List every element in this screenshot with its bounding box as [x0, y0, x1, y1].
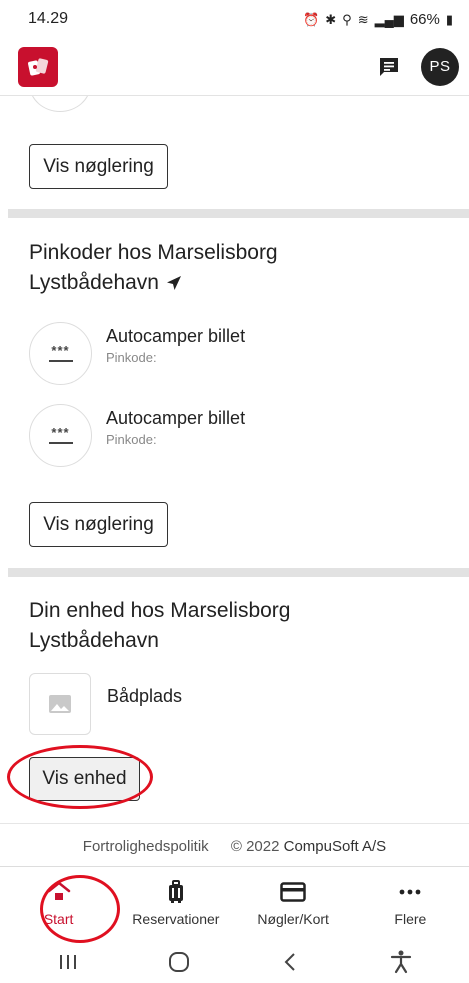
battery-icon: ▮ [445, 11, 453, 27]
home-circle-icon [168, 951, 189, 972]
more-icon [398, 879, 422, 905]
home-icon [46, 879, 72, 905]
pincode-item: *** Autocamper billet Pinkode: [29, 404, 449, 468]
pincode-item: *** Autocamper billet Pinkode: [29, 322, 449, 386]
footer-divider [0, 823, 469, 824]
system-nav-bar [0, 940, 469, 983]
privacy-link[interactable]: Fortrolighedspolitik [83, 838, 209, 855]
copyright: © 2022 [230, 838, 280, 855]
pincode-mask: *** [51, 342, 70, 358]
nav-more[interactable]: Flere [352, 867, 469, 940]
recent-apps-icon [59, 954, 76, 969]
bottom-nav: Start Reservationer Nøgler/Kort Flere [0, 866, 469, 943]
unit-image-placeholder [29, 673, 91, 735]
main-content[interactable]: Vis nøglering Pinkoder hos Marselisborg … [0, 96, 469, 866]
unit-title: Din enhed hos Marselisborg Lystbådehavn [29, 596, 290, 656]
unit-title-line1: Din enhed hos Marselisborg [29, 599, 291, 622]
alarm-icon: ⏰ [303, 11, 320, 27]
pincode-mask: *** [51, 424, 70, 440]
nav-start-label: Start [43, 911, 74, 927]
location-icon: ⚲ [342, 11, 352, 27]
accessibility-button[interactable] [371, 944, 431, 980]
nav-keys-cards-label: Nøgler/Kort [257, 911, 329, 927]
nav-start[interactable]: Start [0, 867, 120, 943]
company-name: CompuSoft A/S [283, 838, 387, 855]
nav-more-label: Flere [394, 911, 427, 927]
unit-name: Bådplads [107, 686, 183, 706]
pincode-name: Autocamper billet [106, 408, 246, 428]
nav-reservations[interactable]: Reservationer [117, 867, 234, 940]
battery-level: 66% [409, 10, 440, 28]
pincode-label: Pinkode: [106, 432, 157, 447]
luggage-icon [166, 879, 186, 905]
app-logo[interactable] [18, 46, 58, 87]
bluetooth-icon: ✱ [325, 11, 337, 27]
image-icon [49, 695, 71, 713]
pincodes-title-line2-row: Lystbådehavn [29, 268, 278, 298]
app-header: PS [0, 38, 469, 96]
back-button[interactable] [260, 944, 320, 980]
footer: Fortrolighedspolitik © 2022 CompuSoft A/… [0, 838, 469, 855]
pincode-name: Autocamper billet [106, 326, 246, 346]
navigation-arrow-icon[interactable] [165, 274, 183, 292]
show-keyring-button-top[interactable]: Vis nøglering [29, 144, 168, 189]
status-bar: 14.29 ⏰ ✱ ⚲ ≋ ▂▄▆ 66% ▮ [0, 0, 469, 38]
section-divider [8, 209, 469, 218]
partial-key-icon [29, 96, 91, 112]
messages-button[interactable] [375, 53, 403, 81]
status-time: 14.29 [28, 10, 69, 27]
recent-apps-button[interactable] [38, 944, 98, 980]
wifi-icon: ≋ [357, 11, 369, 27]
show-unit-button[interactable]: Vis enhed [29, 757, 140, 801]
unit-title-line2: Lystbådehavn [29, 629, 159, 652]
show-keyring-button[interactable]: Vis nøglering [29, 502, 168, 547]
pincode-icon: *** [29, 404, 92, 467]
nav-reservations-label: Reservationer [132, 911, 220, 927]
accessibility-icon [391, 950, 412, 973]
section-divider [8, 568, 469, 577]
back-chevron-icon [284, 952, 295, 971]
pincodes-title-line1: Pinkoder hos Marselisborg [29, 241, 278, 264]
logo-icon [28, 57, 49, 76]
card-icon [280, 879, 306, 905]
pincode-label: Pinkode: [106, 350, 157, 365]
chat-icon [380, 57, 398, 76]
pincodes-title-line2: Lystbådehavn [29, 271, 159, 294]
home-button[interactable] [149, 944, 209, 980]
signal-icon: ▂▄▆ [374, 11, 404, 27]
pincode-icon: *** [29, 322, 92, 385]
status-icons: ⏰ ✱ ⚲ ≋ ▂▄▆ 66% ▮ [303, 11, 453, 28]
avatar[interactable]: PS [421, 47, 459, 86]
pincodes-title: Pinkoder hos Marselisborg Lystbådehavn [29, 238, 278, 298]
nav-keys-cards[interactable]: Nøgler/Kort [235, 867, 352, 940]
